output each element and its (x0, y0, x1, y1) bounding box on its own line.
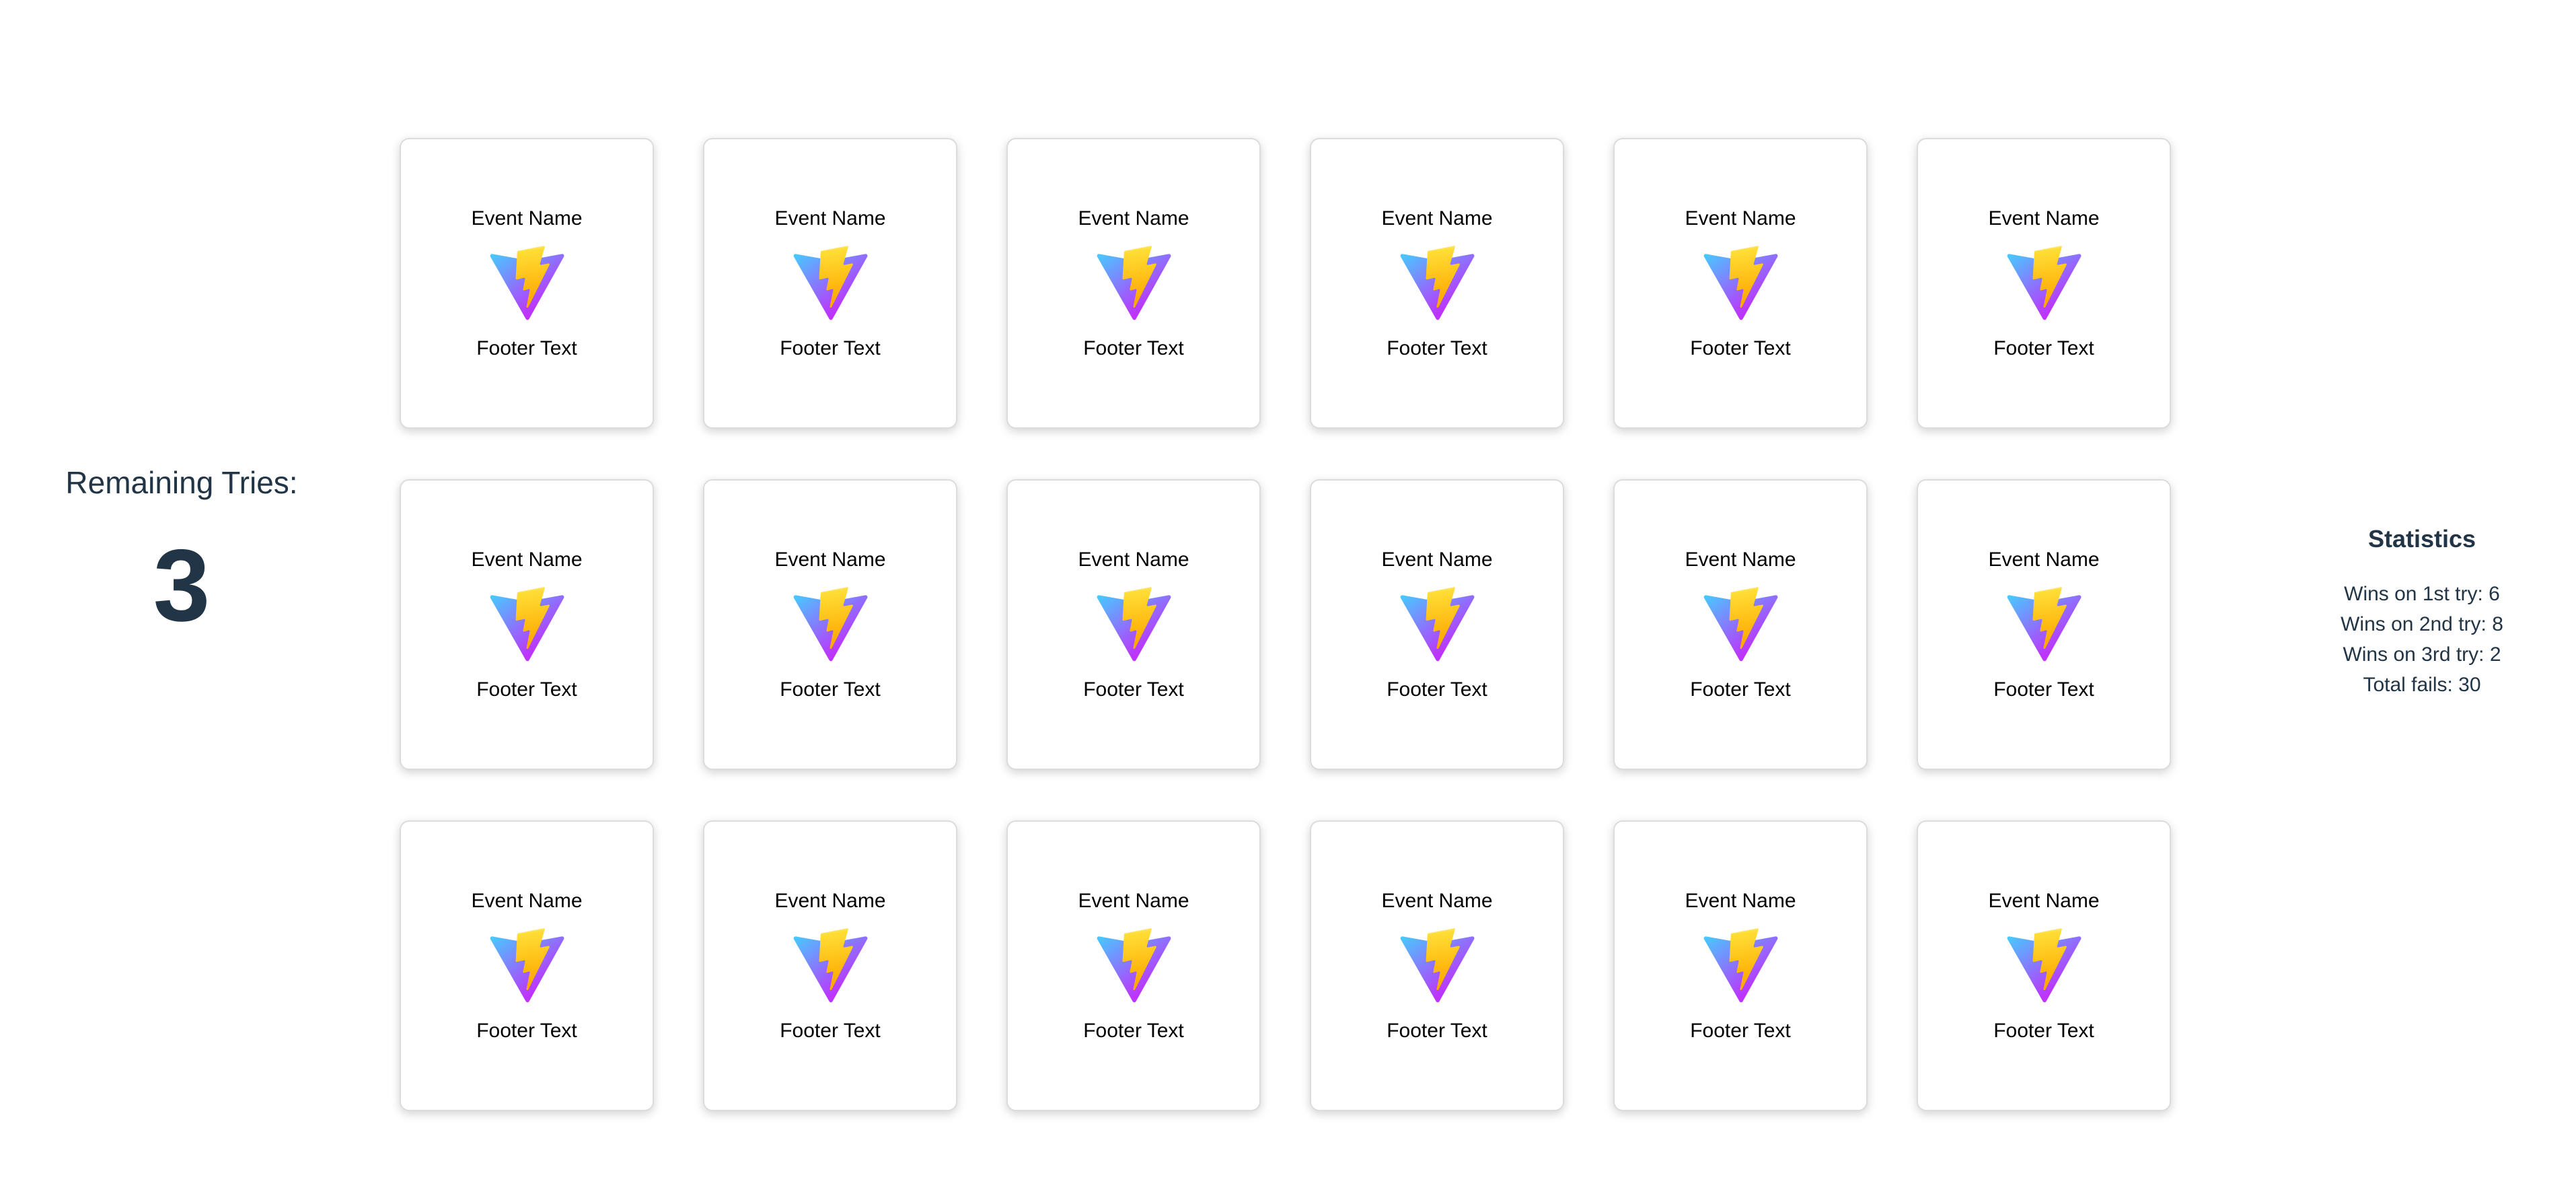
event-card[interactable]: Event Name Footer Text (1006, 820, 1261, 1111)
statistics-list: Wins on 1st try: 6 Wins on 2nd try: 8 Wins… (2314, 579, 2530, 700)
vite-logo-icon (2007, 245, 2081, 320)
event-name-label: Event Name (471, 548, 583, 571)
event-card[interactable]: Event Name Footer Text (1310, 820, 1564, 1111)
event-name-label: Event Name (774, 548, 886, 571)
event-name-label: Event Name (1988, 889, 2100, 912)
event-name-label: Event Name (1381, 889, 1493, 912)
event-name-label: Event Name (1381, 548, 1493, 571)
event-name-label: Event Name (774, 889, 886, 912)
event-card[interactable]: Event Name Footer Text (1917, 138, 2171, 429)
footer-text-label: Footer Text (1083, 337, 1184, 359)
vite-logo-icon (1400, 927, 1474, 1002)
statistics-line: Total fails: 30 (2363, 674, 2481, 696)
event-name-label: Event Name (1381, 207, 1493, 230)
vite-logo-icon (2007, 586, 2081, 661)
statistics-line: Wins on 3rd try: 2 (2343, 643, 2501, 666)
vite-logo-icon (1703, 927, 1777, 1002)
event-name-label: Event Name (1988, 207, 2100, 230)
event-name-label: Event Name (1685, 889, 1796, 912)
event-name-label: Event Name (471, 207, 583, 230)
event-name-label: Event Name (1685, 207, 1796, 230)
footer-text-label: Footer Text (476, 678, 577, 701)
footer-text-label: Footer Text (1387, 678, 1487, 701)
vite-logo-icon (490, 586, 564, 661)
event-name-label: Event Name (1988, 548, 2100, 571)
vite-logo-icon (1097, 586, 1171, 661)
event-card[interactable]: Event Name Footer Text (1917, 479, 2171, 770)
footer-text-label: Footer Text (1083, 1019, 1184, 1042)
footer-text-label: Footer Text (476, 1019, 577, 1042)
vite-logo-icon (1400, 586, 1474, 661)
remaining-tries-count: 3 (153, 528, 211, 643)
vite-logo-icon (793, 586, 867, 661)
event-card[interactable]: Event Name Footer Text (1613, 479, 1868, 770)
event-card[interactable]: Event Name Footer Text (1917, 820, 2171, 1111)
event-card[interactable]: Event Name Footer Text (1310, 138, 1564, 429)
event-name-label: Event Name (1078, 548, 1189, 571)
footer-text-label: Footer Text (780, 1019, 881, 1042)
footer-text-label: Footer Text (1387, 337, 1487, 359)
event-card[interactable]: Event Name Footer Text (400, 479, 654, 770)
vite-logo-icon (1097, 927, 1171, 1002)
footer-text-label: Footer Text (1993, 678, 2094, 701)
event-card[interactable]: Event Name Footer Text (1310, 479, 1564, 770)
event-card[interactable]: Event Name Footer Text (400, 138, 654, 429)
event-card[interactable]: Event Name Footer Text (703, 138, 957, 429)
event-name-label: Event Name (774, 207, 886, 230)
event-card[interactable]: Event Name Footer Text (703, 820, 957, 1111)
event-card[interactable]: Event Name Footer Text (400, 820, 654, 1111)
vite-logo-icon (793, 927, 867, 1002)
statistics-panel: Statistics Wins on 1st try: 6 Wins on 2nd… (2314, 525, 2530, 700)
footer-text-label: Footer Text (780, 678, 881, 701)
footer-text-label: Footer Text (1387, 1019, 1487, 1042)
event-name-label: Event Name (1078, 207, 1189, 230)
vite-logo-icon (1703, 245, 1777, 320)
statistics-title: Statistics (2367, 525, 2476, 553)
remaining-tries-label: Remaining Tries: (65, 465, 298, 500)
vite-logo-icon (2007, 927, 2081, 1002)
vite-logo-icon (1097, 245, 1171, 320)
statistics-line: Wins on 2nd try: 8 (2341, 613, 2503, 635)
vite-logo-icon (793, 245, 867, 320)
vite-logo-icon (490, 245, 564, 320)
event-card[interactable]: Event Name Footer Text (1006, 138, 1261, 429)
vite-logo-icon (490, 927, 564, 1002)
footer-text-label: Footer Text (476, 337, 577, 359)
footer-text-label: Footer Text (1993, 337, 2094, 359)
event-name-label: Event Name (471, 889, 583, 912)
footer-text-label: Footer Text (780, 337, 881, 359)
vite-logo-icon (1400, 245, 1474, 320)
footer-text-label: Footer Text (1690, 678, 1791, 701)
footer-text-label: Footer Text (1083, 678, 1184, 701)
footer-text-label: Footer Text (1690, 1019, 1791, 1042)
event-card[interactable]: Event Name Footer Text (1613, 820, 1868, 1111)
event-name-label: Event Name (1078, 889, 1189, 912)
event-card[interactable]: Event Name Footer Text (1613, 138, 1868, 429)
event-card[interactable]: Event Name Footer Text (703, 479, 957, 770)
statistics-line: Wins on 1st try: 6 (2344, 583, 2500, 605)
remaining-tries-panel: Remaining Tries: 3 (61, 464, 303, 637)
footer-text-label: Footer Text (1993, 1019, 2094, 1042)
footer-text-label: Footer Text (1690, 337, 1791, 359)
vite-logo-icon (1703, 586, 1777, 661)
event-card[interactable]: Event Name Footer Text (1006, 479, 1261, 770)
event-name-label: Event Name (1685, 548, 1796, 571)
card-grid: Event Name Footer Text Event Name Footer Te… (400, 138, 2171, 1111)
